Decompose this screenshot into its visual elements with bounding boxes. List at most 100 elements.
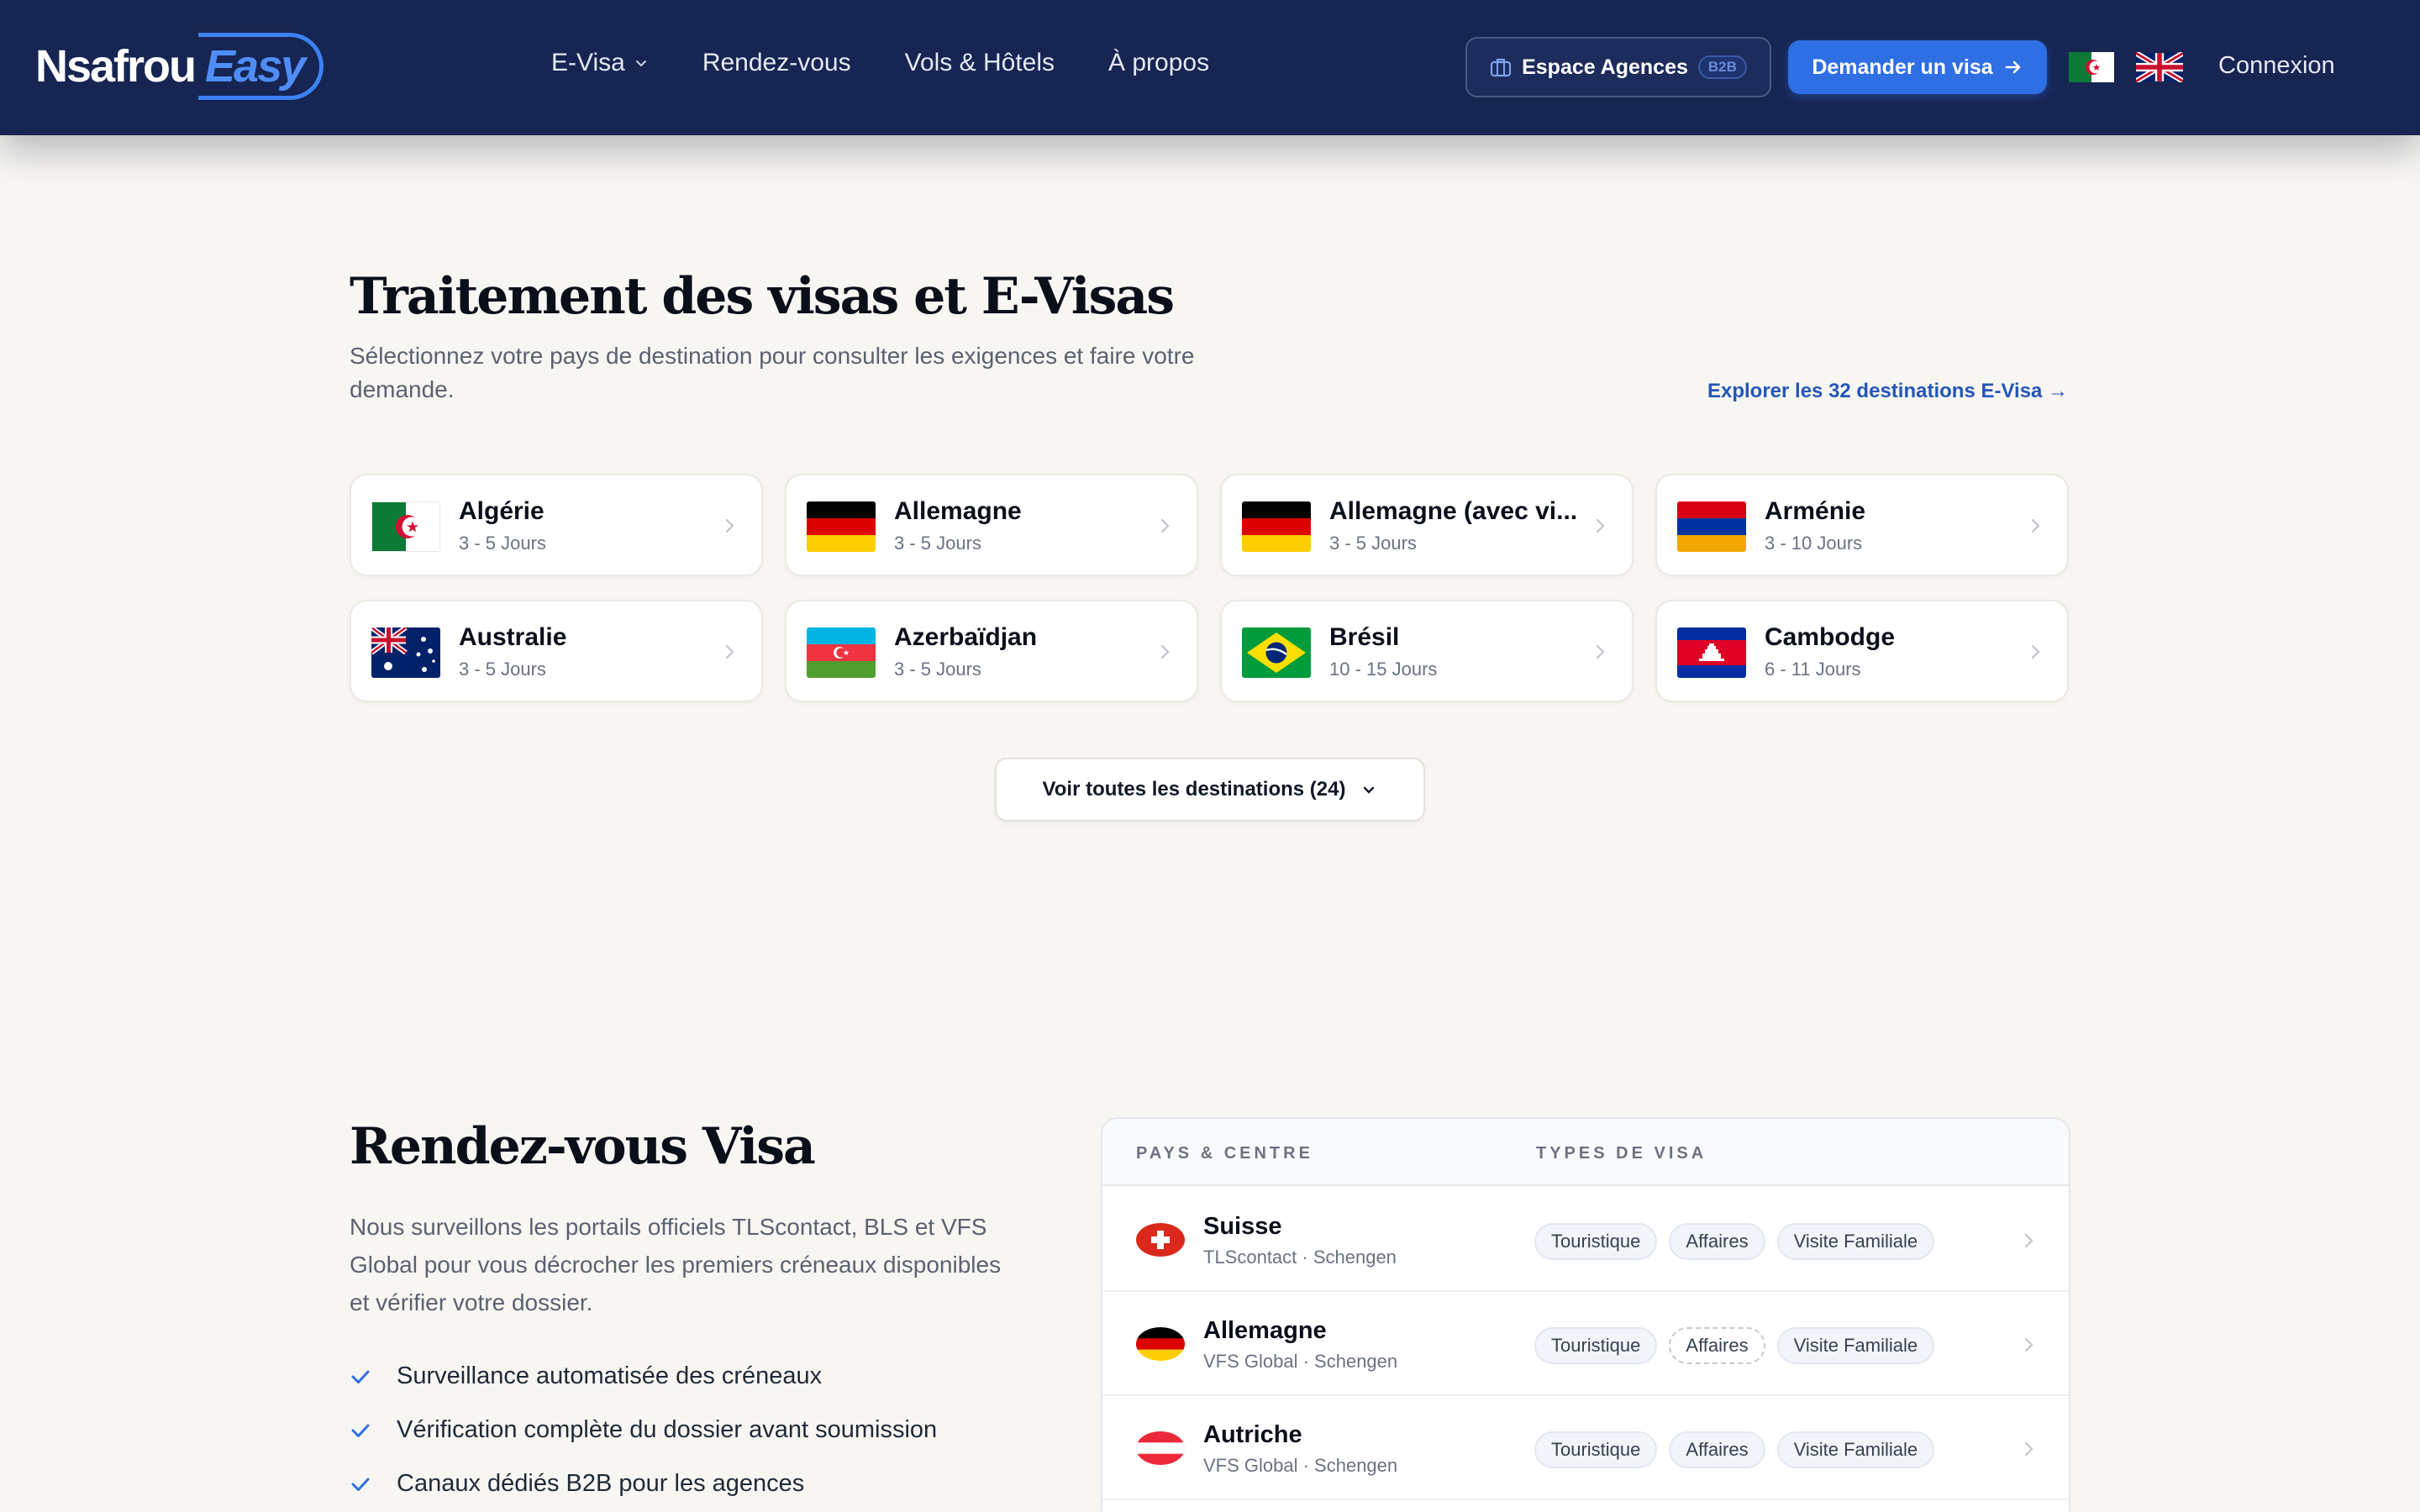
explore-destinations-link[interactable]: Explorer les 32 destinations E-Visa → xyxy=(1707,380,2068,403)
armenia-flag-icon xyxy=(1677,501,1746,552)
language-dz-flag-icon[interactable] xyxy=(2069,52,2114,82)
feature-item: Canaux dédiés B2B pour les agences xyxy=(350,1470,804,1498)
visa-type-tag[interactable]: Affaires xyxy=(1669,1431,1765,1468)
appointments-section-subtitle: Nous surveillons les portails officiels … xyxy=(350,1214,1002,1315)
visa-type-tags: Touristique Affaires Visite Familiale xyxy=(1534,1223,1935,1260)
germany-flag-icon xyxy=(1242,501,1311,552)
column-header-country: PAYS & CENTRE xyxy=(1136,1144,1313,1163)
destination-card-azerbaidjan[interactable]: Azerbaïdjan 3 - 5 Jours xyxy=(785,600,1198,702)
top-navigation: Nsafrou Easy E-Visa Rendez-vous Vols & H… xyxy=(0,0,2420,135)
visa-type-tag[interactable]: Visite Familiale xyxy=(1776,1223,1935,1260)
visa-type-tag[interactable]: Visite Familiale xyxy=(1776,1431,1935,1468)
row-country-name: Suisse xyxy=(1203,1213,1282,1240)
visa-type-tag[interactable]: Touristique xyxy=(1534,1431,1658,1468)
row-center-name: VFS Global · Schengen xyxy=(1203,1351,1398,1372)
row-center-name: VFS Global · Schengen xyxy=(1203,1455,1398,1476)
request-visa-button[interactable]: Demander un visa xyxy=(1788,40,2047,94)
logo[interactable]: Nsafrou Easy xyxy=(35,32,324,101)
briefcase-icon xyxy=(1490,58,1512,77)
austria-flag-icon xyxy=(1136,1431,1185,1465)
agency-space-label: Espace Agences xyxy=(1522,55,1688,79)
destination-card-armenie[interactable]: Arménie 3 - 10 Jours xyxy=(1655,474,2069,576)
visa-type-tag[interactable]: Touristique xyxy=(1534,1223,1658,1260)
language-uk-flag-icon[interactable] xyxy=(2136,52,2183,82)
chevron-right-icon xyxy=(2024,1233,2033,1248)
chevron-down-icon xyxy=(1364,786,1375,794)
nav-link-a-propos[interactable]: À propos xyxy=(1108,49,1209,77)
nav-link-label: Vols & Hôtels xyxy=(904,49,1055,76)
chevron-right-icon xyxy=(725,644,734,659)
destination-card-bresil[interactable]: Brésil 10 - 15 Jours xyxy=(1220,600,1634,702)
table-row-allemagne[interactable]: Allemagne VFS Global · Schengen Touristi… xyxy=(1102,1292,2069,1396)
nav-link-vols-hotels[interactable]: Vols & Hôtels xyxy=(905,49,1055,77)
azerbaijan-flag-icon xyxy=(807,627,876,678)
chevron-right-icon xyxy=(2031,518,2040,533)
chevron-right-icon xyxy=(2024,1337,2033,1352)
visa-type-tag[interactable]: Affaires xyxy=(1669,1223,1765,1260)
agency-space-button[interactable]: Espace Agences B2B xyxy=(1465,37,1771,97)
b2b-badge: B2B xyxy=(1697,55,1747,79)
destination-processing-time: 3 - 5 Jours xyxy=(894,659,981,680)
see-all-label: Voir toutes les destinations (24) xyxy=(1042,778,1346,801)
feature-item: Surveillance automatisée des créneaux xyxy=(350,1362,822,1390)
destination-processing-time: 6 - 11 Jours xyxy=(1765,659,1861,680)
destination-card-algerie[interactable]: Algérie 3 - 5 Jours xyxy=(350,474,763,576)
nav-links: E-Visa Rendez-vous Vols & Hôtels À propo… xyxy=(551,49,1209,77)
row-center-name: TLScontact · Schengen xyxy=(1203,1247,1397,1268)
chevron-right-icon xyxy=(2024,1441,2033,1457)
destination-name: Azerbaïdjan xyxy=(894,623,1038,651)
destination-name: Allemagne xyxy=(894,497,1022,525)
destination-name: Allemagne (avec vi... xyxy=(1329,497,1578,525)
check-icon xyxy=(351,1424,370,1437)
login-link[interactable]: Connexion xyxy=(2218,52,2335,80)
destination-processing-time: 3 - 5 Jours xyxy=(459,659,546,680)
germany-flag-icon xyxy=(807,501,876,552)
visa-type-tags: Touristique Affaires Visite Familiale xyxy=(1534,1431,1935,1468)
nav-link-evisa[interactable]: E-Visa xyxy=(551,49,649,77)
destination-card-allemagne-avec-visa[interactable]: Allemagne (avec vi... 3 - 5 Jours xyxy=(1220,474,1634,576)
chevron-right-icon xyxy=(1596,644,1605,659)
check-icon xyxy=(351,1370,370,1383)
chevron-right-icon xyxy=(725,518,734,533)
logo-accent: Easy xyxy=(198,33,324,100)
row-country-name: Autriche xyxy=(1203,1421,1302,1448)
visa-type-tag[interactable]: Visite Familiale xyxy=(1776,1327,1935,1364)
feature-text: Canaux dédiés B2B pour les agences xyxy=(397,1470,805,1497)
chevron-right-icon xyxy=(1160,644,1170,659)
destination-name: Arménie xyxy=(1765,497,1866,525)
table-row-suisse[interactable]: Suisse TLScontact · Schengen Touristique… xyxy=(1102,1188,2069,1292)
destination-card-allemagne[interactable]: Allemagne 3 - 5 Jours xyxy=(785,474,1198,576)
logo-main: Nsafrou xyxy=(35,41,197,92)
nav-link-rendez-vous[interactable]: Rendez-vous xyxy=(702,49,851,77)
destination-name: Cambodge xyxy=(1765,623,1896,651)
request-visa-label: Demander un visa xyxy=(1812,55,1993,79)
feature-text: Vérification complète du dossier avant s… xyxy=(397,1416,938,1443)
visa-type-tag[interactable]: Touristique xyxy=(1534,1327,1658,1364)
visa-type-tag-unavailable[interactable]: Affaires xyxy=(1669,1327,1765,1364)
destination-card-australie[interactable]: Australie 3 - 5 Jours xyxy=(350,600,763,702)
row-country-name: Allemagne xyxy=(1203,1317,1327,1344)
feature-text: Surveillance automatisée des créneaux xyxy=(397,1362,823,1389)
germany-flag-icon xyxy=(1136,1327,1185,1361)
destination-card-cambodge[interactable]: Cambodge 6 - 11 Jours xyxy=(1655,600,2069,702)
australia-flag-icon xyxy=(371,627,440,678)
destination-processing-time: 3 - 10 Jours xyxy=(1765,533,1863,554)
switzerland-flag-icon xyxy=(1136,1223,1185,1257)
nav-link-label: À propos xyxy=(1108,49,1210,76)
table-row-autriche[interactable]: Autriche VFS Global · Schengen Touristiq… xyxy=(1102,1396,2069,1500)
appointments-section-title: Rendez-vous Visa xyxy=(350,1117,816,1176)
arrow-right-icon xyxy=(2005,60,2020,74)
see-all-destinations-button[interactable]: Voir toutes les destinations (24) xyxy=(995,758,1425,822)
chevron-right-icon xyxy=(2031,644,2040,659)
destination-processing-time: 3 - 5 Jours xyxy=(1329,533,1417,554)
destination-processing-time: 3 - 5 Jours xyxy=(459,533,546,554)
check-icon xyxy=(351,1478,370,1491)
chevron-down-icon xyxy=(635,60,646,67)
visa-type-tags: Touristique Affaires Visite Familiale xyxy=(1534,1327,1935,1364)
brazil-flag-icon xyxy=(1242,627,1311,678)
destination-name: Algérie xyxy=(459,497,544,525)
chevron-right-icon xyxy=(1160,518,1170,533)
evisa-section-subtitle: Sélectionnez votre pays de destination p… xyxy=(350,343,1195,402)
destination-name: Brésil xyxy=(1329,623,1400,651)
nav-link-label: Rendez-vous xyxy=(702,49,851,76)
